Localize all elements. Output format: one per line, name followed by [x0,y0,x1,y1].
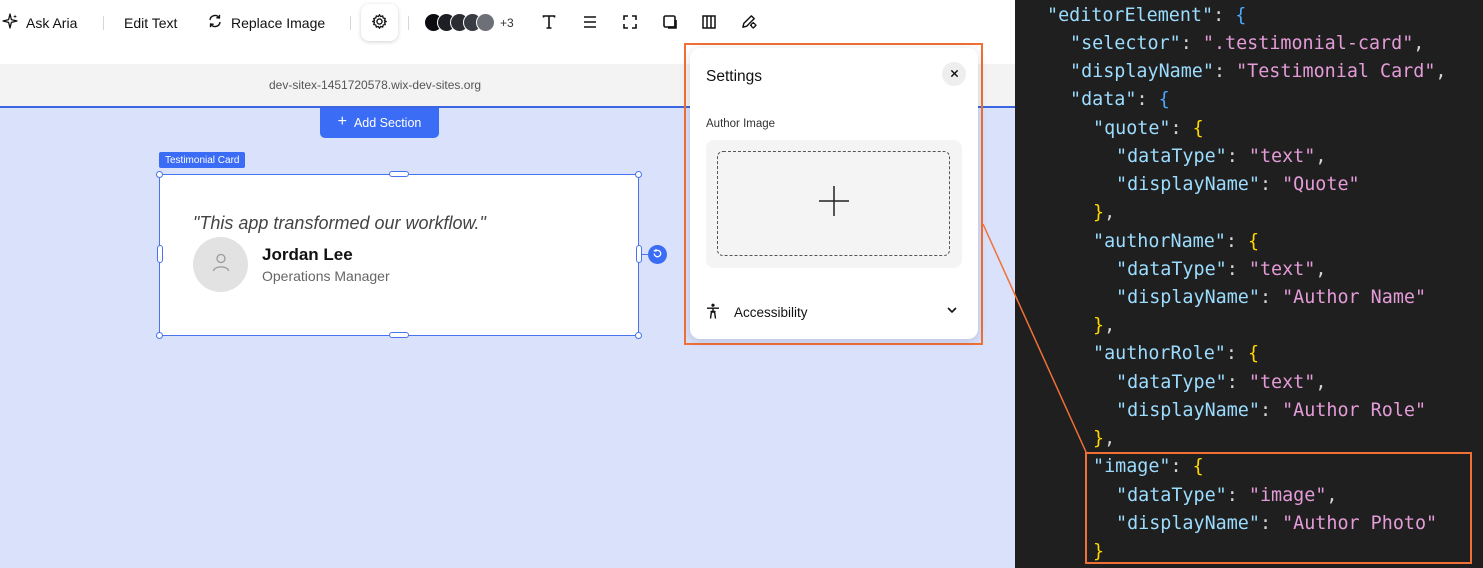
resize-handle[interactable] [635,332,642,339]
plus-icon: + [337,113,347,130]
ask-aria-button[interactable]: Ask Aria [2,0,77,45]
resize-handle[interactable] [157,245,163,263]
columns-button[interactable] [698,12,720,34]
close-button[interactable] [942,62,966,86]
code-line: "displayName": "Quote" [1116,174,1360,195]
code-line: "editorElement": { [1047,5,1247,26]
code-line: "dataType": "text", [1116,372,1327,393]
testimonial-quote[interactable]: "This app transformed our workflow." [193,213,486,234]
code-highlight-frame [1085,452,1472,564]
code-line: "dataType": "text", [1116,259,1327,280]
settings-title: Settings [706,68,763,85]
resize-handle[interactable] [635,171,642,178]
brush-gear-icon [741,13,758,33]
code-line: }, [1093,202,1116,223]
align-button[interactable] [579,12,601,34]
toolbar-divider [103,16,104,30]
author-name[interactable]: Jordan Lee [262,245,353,265]
code-line: "displayName": "Testimonial Card", [1070,61,1447,82]
shadow-icon [662,14,678,33]
code-line: "displayName": "Author Name" [1116,287,1427,308]
author-image-upload[interactable] [706,140,962,268]
replace-image-button[interactable]: Replace Image [207,0,325,45]
element-tag[interactable]: Testimonial Card [159,152,246,168]
sparkle-icon [2,13,18,32]
author-image-label: Author Image [706,118,776,130]
close-icon [950,65,959,83]
author-role[interactable]: Operations Manager [262,268,390,284]
ask-aria-label: Ask Aria [26,14,78,31]
gear-icon [371,13,388,33]
rotate-icon [652,246,663,264]
shadow-button[interactable] [659,12,681,34]
site-url: dev-sitex-1451720578.wix-dev-sites.org [269,78,482,92]
align-icon [582,14,598,33]
text-icon [541,14,557,33]
toolbar-divider [350,16,351,30]
upload-dropzone[interactable] [717,151,950,256]
code-line: "authorRole": { [1093,343,1260,364]
design-button[interactable] [738,12,760,34]
settings-panel: Settings Author Image Accessibility [690,48,978,339]
code-line: }, [1093,315,1116,336]
accessibility-label: Accessibility [734,304,808,320]
toolbar-divider [408,16,409,30]
author-avatar[interactable] [193,237,248,292]
columns-icon [701,14,717,33]
code-line: "dataType": "text", [1116,146,1327,167]
resize-handle[interactable] [156,171,163,178]
replace-image-label: Replace Image [231,14,326,31]
padding-button[interactable] [619,12,641,34]
resize-handle[interactable] [389,332,409,338]
swatch-more-count: +3 [500,15,514,30]
accessibility-section[interactable]: Accessibility [706,300,962,324]
chevron-down-icon [946,304,958,319]
settings-button[interactable] [361,4,398,41]
code-line: "displayName": "Author Role" [1116,400,1427,421]
edit-text-label: Edit Text [124,14,178,31]
code-line: "authorName": { [1093,231,1260,252]
add-section-label: Add Section [353,116,422,130]
corners-icon [622,14,638,33]
edit-text-button[interactable]: Edit Text [124,0,177,45]
code-line: "quote": { [1093,118,1204,139]
replace-icon [207,13,223,32]
color-swatches[interactable]: +3 [424,13,514,32]
code-line: "data": { [1070,89,1170,110]
add-section-button[interactable]: + Add Section [320,108,439,138]
accessibility-icon [706,303,720,322]
element-toolbar: Ask Aria Edit Text Replace Image +3 [0,0,1015,45]
rotate-handle[interactable] [648,245,667,264]
editor-area: Ask Aria Edit Text Replace Image +3 dev-… [0,0,1015,568]
plus-icon [817,184,851,223]
resize-handle[interactable] [389,171,409,177]
user-icon [210,251,232,278]
code-line: }, [1093,428,1116,449]
resize-handle[interactable] [156,332,163,339]
text-format-button[interactable] [538,12,560,34]
code-line: "selector": ".testimonial-card", [1070,33,1425,54]
color-swatch[interactable] [476,13,495,32]
testimonial-card[interactable]: "This app transformed our workflow." Jor… [159,174,639,336]
